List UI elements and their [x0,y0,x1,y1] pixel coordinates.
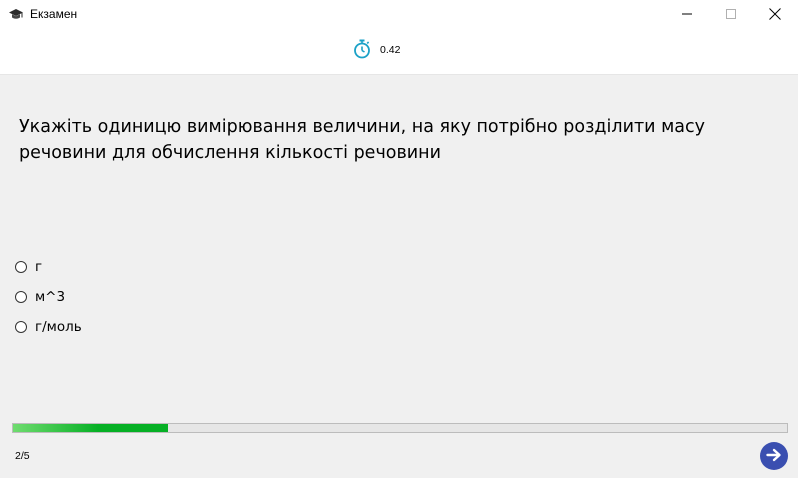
window-title: Екзамен [30,7,78,21]
answer-option[interactable]: г/моль [15,318,82,336]
radio-button[interactable] [15,291,27,303]
answer-option[interactable]: г [15,258,42,276]
answer-option[interactable]: м^3 [15,288,65,306]
radio-button[interactable] [15,261,27,273]
answer-option-label: г/моль [35,319,82,335]
question-text: Укажіть одиницю вимірювання величини, на… [19,117,705,163]
timer-value: 0.42 [380,44,401,56]
timer-bar: 0.42 [0,28,798,75]
question-counter: 2/5 [15,450,30,462]
minimize-button[interactable] [664,0,710,28]
progress-bar-fill [13,424,168,432]
graduation-cap-icon [8,7,24,21]
answer-option-label: м^3 [35,289,66,305]
maximize-button[interactable] [708,0,754,28]
next-button[interactable] [760,442,788,470]
stopwatch-icon [353,39,371,59]
radio-button[interactable] [15,321,27,333]
answer-option-label: г [35,259,43,275]
arrow-right-icon [766,447,782,466]
close-button[interactable] [752,0,798,28]
title-bar: Екзамен [0,0,798,28]
progress-bar [12,423,788,433]
